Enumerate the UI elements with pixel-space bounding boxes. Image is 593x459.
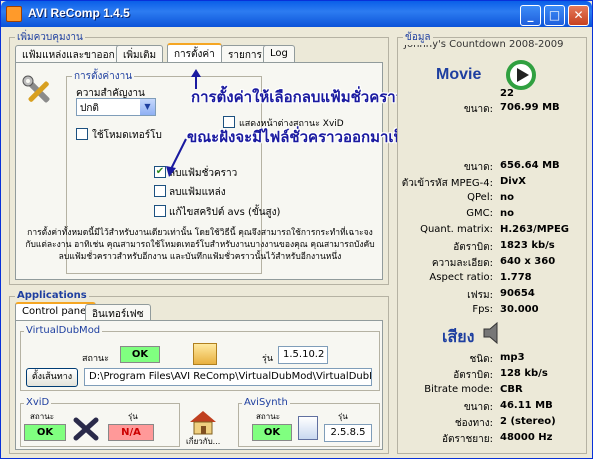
edit-avs-checkbox[interactable] (154, 205, 166, 217)
priority-value: ปกติ (80, 103, 99, 114)
xvid-title: XviD (24, 397, 52, 408)
vdm-version-label: รุ่น (262, 354, 273, 364)
tab-settings[interactable]: การตั้งค่า (167, 43, 222, 63)
settings-description: การตั้งค่าทั้งหมดนี้มีไว้สำหรับงานเดียวเ… (25, 228, 375, 262)
movie-heading: Movie (436, 66, 482, 83)
vdm-title: VirtualDubMod (24, 325, 103, 336)
priority-select[interactable]: ปกติ ▼ (76, 98, 156, 116)
movie-row: 22 (500, 88, 514, 99)
edit-avs-label: แก้ไขสคริปต์ avs (ขั้นสูง) (169, 207, 281, 218)
sound-row: อัตราบิต: 128 kb/s (453, 368, 548, 381)
movie-row: ความละเอียด: 640 x 360 (431, 256, 556, 269)
tab-list[interactable]: รายการ (221, 45, 269, 63)
xvid-status-label: สถานะ (30, 412, 54, 421)
delete-source-label: ลบแฟ้มแหล่ง (169, 187, 226, 198)
title-bar[interactable]: AVI ReComp 1.4.5 _ □ ✕ (1, 1, 592, 27)
delete-source-checkbox[interactable] (154, 185, 166, 197)
window-title: AVI ReComp 1.4.5 (28, 6, 130, 20)
vdm-status-label: สถานะ (82, 354, 109, 364)
movie-row: ขนาด: 656.64 MB (463, 160, 560, 173)
main-window: AVI ReComp 1.4.5 _ □ ✕ เพิ่มควบคุมงาน แฟ… (0, 0, 593, 459)
sound-heading: เสียง (442, 329, 475, 346)
avisynth-version-field: 2.5.8.5 (324, 424, 372, 442)
movie-row: Fps: 30.000 (472, 304, 539, 315)
xvid-status-badge: OK (24, 424, 66, 441)
xvid-version-label: รุ่น (128, 412, 138, 421)
movie-row: เฟรม: 90654 (467, 288, 535, 301)
info-group: Johnny's Countdown 2008-2009 Movie 22 ขน… (397, 37, 587, 454)
avisynth-status-label: สถานะ (256, 412, 280, 421)
xvid-icon (73, 417, 99, 441)
vdm-path-field[interactable]: D:\Program Files\AVI ReComp\VirtualDubMo… (84, 368, 372, 386)
applications-title: Applications (15, 290, 89, 301)
movie-row: ขนาด: 706.99 MB (463, 102, 560, 115)
sound-row: ช่องทาง: 2 (stereo) (454, 416, 556, 429)
vdm-status-badge: OK (120, 346, 160, 363)
sound-row: อัตราชยาย: 48000 Hz (442, 432, 553, 445)
home-icon[interactable] (188, 409, 218, 435)
close-button[interactable]: ✕ (568, 5, 589, 26)
minimize-button[interactable]: _ (520, 5, 541, 26)
turbo-checkbox[interactable] (76, 128, 88, 140)
control-panel-content: VirtualDubMod สถานะ OK รุ่น 1.5.10.2 ตั้… (15, 320, 383, 450)
tab-sources[interactable]: แฟ้มแหล่งและขาออก (15, 45, 122, 63)
job-settings-title: การตั้งค่างาน (72, 69, 135, 84)
virtualdub-icon (193, 343, 217, 365)
movie-info: ขนาด: 656.64 MB ตัวเข้ารหัส MPEG-4: DivX Q… (398, 160, 588, 315)
vdm-version-field: 1.5.10.2 (278, 346, 328, 364)
movie-row: Aspect ratio: 1.778 (429, 272, 532, 283)
movie-row: ตัวเข้ารหัส MPEG-4: DivX (401, 176, 526, 189)
set-path-button[interactable]: ตั้งเส้นทาง (26, 368, 78, 387)
avisynth-status-badge: OK (252, 424, 292, 441)
movie-row: Quant. matrix: H.263/MPEG (420, 224, 570, 235)
tab-control-panel[interactable]: Control panel (15, 302, 97, 321)
tab-additional[interactable]: เพิ่มเติม (116, 45, 164, 63)
about-label[interactable]: เกี่ยวกับ... (186, 435, 220, 448)
media-player-icon (506, 60, 536, 90)
xvid-version-badge: N/A (108, 424, 154, 441)
movie-row: อัตราบิต: 1823 kb/s (453, 240, 555, 253)
tab-log[interactable]: Log (263, 45, 295, 63)
avisynth-title: AviSynth (242, 397, 290, 408)
movie-row: QPel: no (467, 192, 514, 203)
tools-icon (22, 75, 50, 103)
script-icon (298, 416, 318, 440)
maximize-button[interactable]: □ (544, 5, 565, 26)
avisynth-version-label: รุ่น (338, 412, 348, 421)
sound-row: ชนิด: mp3 (469, 352, 525, 365)
sound-info: ชนิด: mp3 อัตราบิต: 128 kb/s Bitrate mode:… (398, 352, 588, 448)
sound-row: Bitrate mode: CBR (424, 384, 523, 395)
movie-row: GMC: no (466, 208, 514, 219)
sound-row: ขนาด: 46.11 MB (463, 400, 553, 413)
info-title: ข้อมูล (403, 30, 433, 45)
speaker-icon (483, 321, 498, 345)
app-icon (6, 6, 22, 22)
queue-group-title: เพิ่มควบคุมงาน (15, 30, 85, 45)
